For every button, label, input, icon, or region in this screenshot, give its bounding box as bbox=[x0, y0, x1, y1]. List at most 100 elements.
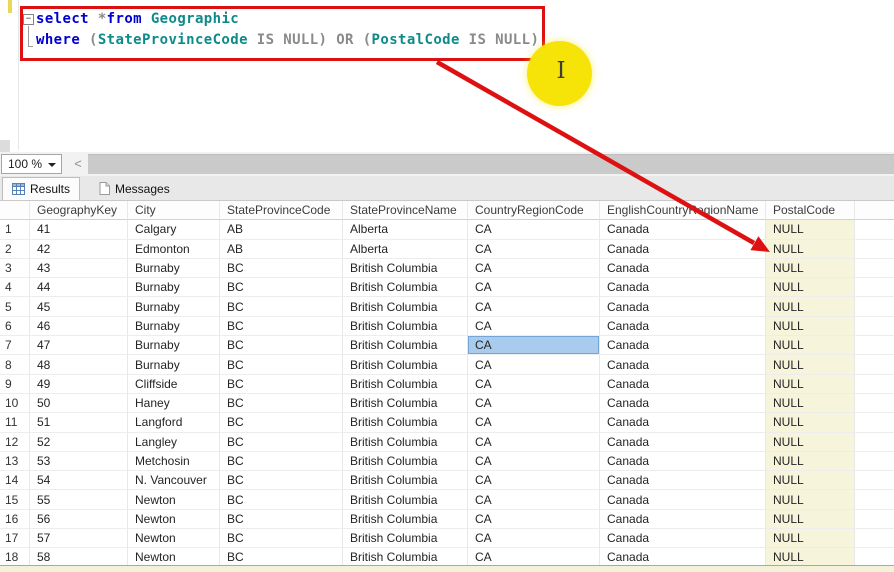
cell[interactable]: Canada bbox=[600, 336, 766, 356]
cell[interactable]: British Columbia bbox=[343, 413, 468, 433]
cell[interactable]: Newton bbox=[128, 548, 220, 566]
row-number[interactable]: 5 bbox=[0, 297, 30, 317]
cell[interactable]: BC bbox=[220, 355, 343, 375]
cell[interactable]: Canada bbox=[600, 548, 766, 566]
null-cell[interactable]: NULL bbox=[766, 220, 855, 240]
cell[interactable]: Burnaby bbox=[128, 336, 220, 356]
cell[interactable]: 43 bbox=[30, 258, 128, 279]
cell[interactable]: 42 bbox=[30, 239, 128, 259]
cell[interactable]: Canada bbox=[600, 413, 766, 433]
cell[interactable]: Canada bbox=[600, 451, 766, 472]
null-cell[interactable]: NULL bbox=[766, 509, 855, 530]
cell[interactable]: BC bbox=[220, 297, 343, 317]
cell[interactable]: Canada bbox=[600, 239, 766, 259]
row-number[interactable]: 11 bbox=[0, 413, 30, 433]
cell[interactable]: CA bbox=[468, 374, 600, 394]
cell[interactable]: CA bbox=[468, 509, 600, 530]
cell[interactable]: CA bbox=[468, 258, 600, 279]
cell[interactable]: CA bbox=[468, 278, 600, 298]
cell[interactable]: CA bbox=[468, 490, 600, 510]
cell[interactable]: Burnaby bbox=[128, 258, 220, 279]
cell[interactable]: Newton bbox=[128, 490, 220, 510]
cell[interactable]: BC bbox=[220, 258, 343, 279]
cell[interactable]: Burnaby bbox=[128, 316, 220, 337]
column-header[interactable]: CountryRegionCode bbox=[468, 201, 600, 221]
cell[interactable]: CA bbox=[468, 471, 600, 491]
tab-results[interactable]: Results bbox=[2, 177, 81, 200]
cell[interactable]: CA bbox=[468, 297, 600, 317]
cell[interactable]: Newton bbox=[128, 509, 220, 530]
cell[interactable]: BC bbox=[220, 413, 343, 433]
cell[interactable]: 54 bbox=[30, 471, 128, 491]
cell[interactable]: Canada bbox=[600, 258, 766, 279]
scroll-left-arrow-icon[interactable]: < bbox=[70, 155, 86, 173]
cell[interactable]: Canada bbox=[600, 278, 766, 298]
cell[interactable]: BC bbox=[220, 278, 343, 298]
cell[interactable]: Burnaby bbox=[128, 278, 220, 298]
row-number[interactable]: 12 bbox=[0, 432, 30, 452]
cell[interactable]: British Columbia bbox=[343, 258, 468, 279]
null-cell[interactable]: NULL bbox=[766, 393, 855, 414]
cell[interactable]: BC bbox=[220, 529, 343, 549]
zoom-level-dropdown[interactable]: 100 % bbox=[1, 154, 62, 174]
cell[interactable]: CA bbox=[468, 316, 600, 337]
cell[interactable]: BC bbox=[220, 393, 343, 414]
cell[interactable]: 47 bbox=[30, 336, 128, 356]
row-number[interactable]: 10 bbox=[0, 393, 30, 414]
null-cell[interactable]: NULL bbox=[766, 316, 855, 337]
cell[interactable]: Burnaby bbox=[128, 297, 220, 317]
null-cell[interactable]: NULL bbox=[766, 278, 855, 298]
cell[interactable]: British Columbia bbox=[343, 297, 468, 317]
column-header[interactable]: EnglishCountryRegionName bbox=[600, 201, 766, 221]
cell[interactable]: Canada bbox=[600, 490, 766, 510]
null-cell[interactable]: NULL bbox=[766, 548, 855, 566]
null-cell[interactable]: NULL bbox=[766, 471, 855, 491]
cell[interactable]: British Columbia bbox=[343, 355, 468, 375]
cell[interactable]: British Columbia bbox=[343, 336, 468, 356]
cell[interactable]: Canada bbox=[600, 374, 766, 394]
cell[interactable]: CA bbox=[468, 393, 600, 414]
row-number[interactable]: 1 bbox=[0, 220, 30, 240]
cell[interactable]: 57 bbox=[30, 529, 128, 549]
cell[interactable]: BC bbox=[220, 336, 343, 356]
row-number[interactable]: 9 bbox=[0, 374, 30, 394]
row-number[interactable]: 15 bbox=[0, 490, 30, 510]
horizontal-scrollbar[interactable] bbox=[88, 154, 894, 174]
column-header[interactable]: PostalCode bbox=[766, 201, 855, 221]
null-cell[interactable]: NULL bbox=[766, 413, 855, 433]
cell[interactable]: Canada bbox=[600, 316, 766, 337]
cell[interactable]: CA bbox=[468, 432, 600, 452]
row-number[interactable]: 3 bbox=[0, 258, 30, 279]
cell[interactable]: 55 bbox=[30, 490, 128, 510]
cell[interactable]: 41 bbox=[30, 220, 128, 240]
cell[interactable]: British Columbia bbox=[343, 548, 468, 566]
null-cell[interactable]: NULL bbox=[766, 432, 855, 452]
cell[interactable]: Canada bbox=[600, 509, 766, 530]
cell[interactable]: Newton bbox=[128, 529, 220, 549]
column-header[interactable]: GeographyKey bbox=[30, 201, 128, 221]
cell[interactable]: Calgary bbox=[128, 220, 220, 240]
cell[interactable]: Metchosin bbox=[128, 451, 220, 472]
row-number[interactable]: 13 bbox=[0, 451, 30, 472]
null-cell[interactable]: NULL bbox=[766, 490, 855, 510]
cell[interactable]: Langley bbox=[128, 432, 220, 452]
null-cell[interactable]: NULL bbox=[766, 529, 855, 549]
cell[interactable]: Canada bbox=[600, 297, 766, 317]
cell[interactable]: British Columbia bbox=[343, 529, 468, 549]
row-number[interactable]: 2 bbox=[0, 239, 30, 259]
cell[interactable]: 56 bbox=[30, 509, 128, 530]
cell[interactable]: 49 bbox=[30, 374, 128, 394]
cell[interactable]: Canada bbox=[600, 529, 766, 549]
cell[interactable]: British Columbia bbox=[343, 490, 468, 510]
null-cell[interactable]: NULL bbox=[766, 336, 855, 356]
cell[interactable]: British Columbia bbox=[343, 393, 468, 414]
cell[interactable]: AB bbox=[220, 239, 343, 259]
cell[interactable]: Canada bbox=[600, 393, 766, 414]
cell[interactable]: Burnaby bbox=[128, 355, 220, 375]
cell[interactable]: BC bbox=[220, 451, 343, 472]
cell[interactable]: British Columbia bbox=[343, 278, 468, 298]
row-number[interactable]: 17 bbox=[0, 529, 30, 549]
cell[interactable]: CA bbox=[468, 548, 600, 566]
cell[interactable]: Canada bbox=[600, 220, 766, 240]
row-number[interactable]: 16 bbox=[0, 509, 30, 530]
